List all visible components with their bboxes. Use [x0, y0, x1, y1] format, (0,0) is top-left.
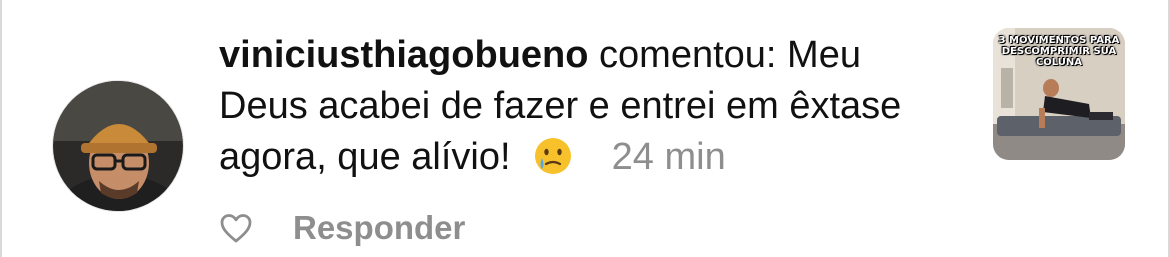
- comment-username[interactable]: viniciusthiagobueno: [219, 34, 588, 76]
- avatar[interactable]: [52, 80, 184, 212]
- comment-timestamp: 24 min: [611, 136, 726, 178]
- post-thumbnail[interactable]: 3 MOVIMENTOS PARA DESCOMPRIMIR SUA COLUN…: [993, 28, 1125, 160]
- heart-icon[interactable]: [219, 212, 253, 244]
- reply-button[interactable]: Responder: [293, 209, 465, 247]
- thumbnail-caption: 3 MOVIMENTOS PARA DESCOMPRIMIR SUA COLUN…: [998, 35, 1120, 68]
- comment-actions: Responder: [219, 205, 465, 251]
- comment-verb: comentou:: [599, 34, 777, 76]
- comment-text: viniciusthiagobueno comentou: Meu Deus a…: [219, 30, 959, 183]
- comment-notification: viniciusthiagobueno comentou: Meu Deus a…: [0, 0, 1170, 257]
- avatar-photo: [53, 81, 183, 211]
- teary-smile-emoji-icon: [533, 136, 573, 176]
